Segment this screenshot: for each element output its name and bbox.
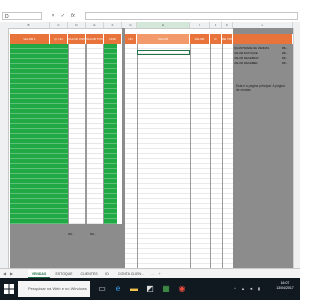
- right-data-grid[interactable]: [125, 44, 233, 268]
- tab-estoque[interactable]: ESTOQUE: [52, 270, 76, 278]
- info-label: QUANTIDADE DE VENDAS: [234, 46, 270, 50]
- tab-next-arrow[interactable]: ▶: [9, 270, 14, 278]
- vertical-scrollbar[interactable]: [293, 28, 300, 268]
- name-box[interactable]: D: [2, 12, 42, 20]
- column-header[interactable]: E: [86, 22, 104, 28]
- header-und: UND: [104, 34, 122, 44]
- unit-value-column[interactable]: [68, 44, 86, 224]
- grid-line: [137, 44, 138, 268]
- excel-icon[interactable]: ▦: [160, 283, 172, 295]
- file-explorer-icon[interactable]: ▬: [128, 283, 140, 295]
- column-header[interactable]: D: [68, 22, 86, 28]
- info-value: R$ -: [282, 61, 288, 65]
- cancel-formula-button[interactable]: ×: [50, 12, 56, 20]
- tab-more[interactable]: ...: [150, 270, 155, 278]
- total-left: R$ -: [68, 232, 74, 236]
- column-header[interactable]: C: [50, 22, 68, 28]
- grid-line: [210, 44, 211, 268]
- header-valor-selected: VALOR: [137, 34, 190, 44]
- column-header[interactable]: J: [210, 22, 222, 28]
- grid-line: [190, 44, 191, 268]
- info-label: VALOR RECEBER: [234, 61, 258, 65]
- tab-prev-arrow[interactable]: ◀: [2, 270, 7, 278]
- store-icon[interactable]: ◩: [144, 283, 156, 295]
- column-header[interactable]: G: [125, 22, 137, 28]
- chrome-icon[interactable]: ◉: [176, 283, 188, 295]
- info-panel: [233, 44, 293, 268]
- header-valor: VALOR 1: [10, 34, 50, 44]
- grid-line: [222, 44, 223, 268]
- network-icon[interactable]: ▲: [240, 286, 246, 292]
- selected-cell[interactable]: [137, 50, 190, 55]
- row-number-column[interactable]: [0, 28, 9, 268]
- header-d: D: [210, 34, 222, 44]
- info-panel-header: [233, 34, 293, 44]
- info-value: R$ -: [282, 51, 288, 55]
- column-header[interactable]: B: [8, 22, 50, 28]
- taskbar-search-box[interactable]: Pesquisar na Web e no Windows: [18, 281, 90, 297]
- instruction-note: Esta é a página principal. A página de v…: [236, 84, 285, 93]
- taskbar-clock[interactable]: 16:07 13/04/2017: [272, 281, 298, 297]
- header-valor-2: VALOR: [190, 34, 210, 44]
- insert-function-button[interactable]: fx: [70, 12, 76, 20]
- windows-start-icon[interactable]: [4, 284, 14, 294]
- enter-formula-button[interactable]: ✓: [60, 12, 66, 20]
- info-label: VALOR RECEBIDO: [234, 56, 259, 60]
- info-value: R$ -: [282, 46, 288, 50]
- column-header-selected[interactable]: H: [137, 22, 190, 28]
- task-view-icon[interactable]: ▭: [96, 283, 108, 295]
- column-header[interactable]: I: [190, 22, 210, 28]
- tab-clientes[interactable]: CLIENTES: [77, 270, 101, 278]
- header-valor-unit: VALOR UNIT: [68, 34, 86, 44]
- clock-date: 13/04/2017: [276, 286, 294, 290]
- header-quantidade: Q. UN: [50, 34, 68, 44]
- info-value: R$ -: [282, 56, 288, 60]
- info-label: VALOR ESTOQUE: [234, 51, 258, 55]
- column-header[interactable]: F: [104, 22, 122, 28]
- tab-conta-clientes[interactable]: CONTA CLIEN...: [113, 270, 149, 278]
- total-right: R$ -: [90, 232, 96, 236]
- formula-input[interactable]: [85, 12, 298, 20]
- column-header[interactable]: K: [222, 22, 233, 28]
- total-value-column[interactable]: [86, 44, 104, 224]
- tab-vendas[interactable]: VENDAS: [28, 270, 50, 278]
- volume-icon[interactable]: ◄: [248, 286, 254, 292]
- header-de-total: DE TOTAL: [222, 34, 233, 44]
- battery-icon[interactable]: ▮: [256, 286, 262, 292]
- empty-area: [10, 224, 122, 268]
- totals-row: R$ - R$ -: [60, 232, 120, 238]
- header-un: UN: [125, 34, 137, 44]
- tab-id[interactable]: ID: [102, 270, 112, 278]
- header-valor-total: VALOR TOTAL: [86, 34, 104, 44]
- tray-arrow-icon[interactable]: ^: [232, 286, 238, 292]
- edge-browser-icon[interactable]: e: [112, 283, 124, 295]
- add-sheet-button[interactable]: +: [157, 270, 162, 278]
